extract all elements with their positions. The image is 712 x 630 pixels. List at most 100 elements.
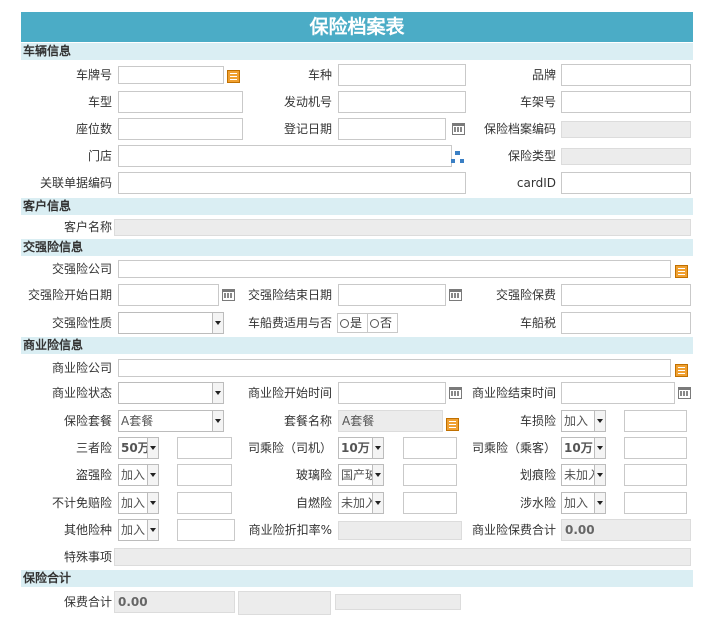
third-party-amount-input[interactable] xyxy=(177,437,232,459)
insurance-type-field xyxy=(561,148,691,165)
chevron-down-icon xyxy=(594,411,605,431)
commercial-total-label: 商业险保费合计 xyxy=(471,523,556,537)
commercial-company-picker-icon[interactable] xyxy=(675,364,688,377)
premium-extra-field-2 xyxy=(335,594,461,610)
deductible-select[interactable]: 加入 xyxy=(118,492,159,514)
archive-code-field xyxy=(561,121,691,138)
damage-amount-input[interactable] xyxy=(624,410,687,432)
chevron-down-icon xyxy=(147,520,158,540)
other-insurance-amount-input[interactable] xyxy=(177,519,235,541)
third-party-select[interactable]: 50万 xyxy=(118,437,159,459)
card-id-label: cardID xyxy=(516,176,556,190)
store-label: 门店 xyxy=(87,149,112,163)
scratch-select[interactable]: 未加入 xyxy=(561,464,606,486)
related-doc-input[interactable] xyxy=(118,172,466,194)
radio-circle-icon xyxy=(340,319,349,328)
frame-input[interactable] xyxy=(561,91,691,113)
chevron-down-icon xyxy=(147,465,158,485)
seats-label: 座位数 xyxy=(75,122,112,136)
other-insurance-select[interactable]: 加入 xyxy=(118,519,159,541)
customer-name-field xyxy=(114,219,691,236)
vehicle-kind-label: 车种 xyxy=(307,68,332,82)
radio-circle-icon xyxy=(370,319,379,328)
vessel-tax-no-radio[interactable]: 否 xyxy=(367,313,398,333)
wading-label: 涉水险 xyxy=(519,496,556,510)
compulsory-company-picker-icon[interactable] xyxy=(675,265,688,278)
theft-label: 盗强险 xyxy=(75,468,112,482)
vessel-tax-yes-radio[interactable]: 是 xyxy=(337,313,368,333)
damage-select[interactable]: 加入 xyxy=(561,410,606,432)
premium-total-field: 0.00 xyxy=(114,591,235,613)
chevron-down-icon xyxy=(147,438,158,458)
compulsory-company-input[interactable] xyxy=(118,260,671,278)
theft-amount-input[interactable] xyxy=(177,464,232,486)
deductible-label: 不计免赔险 xyxy=(51,496,112,510)
compulsory-nature-select[interactable] xyxy=(118,312,224,334)
chevron-down-icon xyxy=(372,438,383,458)
discount-field xyxy=(338,521,462,540)
model-input[interactable] xyxy=(118,91,243,113)
chevron-down-icon xyxy=(212,313,223,333)
passenger-select[interactable]: 10万 xyxy=(561,437,606,459)
package-select[interactable]: A套餐 xyxy=(118,410,224,432)
commercial-end-input[interactable] xyxy=(561,382,675,404)
section-vehicle: 车辆信息 xyxy=(21,43,693,60)
compulsory-company-label: 交强险公司 xyxy=(51,262,112,276)
scratch-amount-input[interactable] xyxy=(624,464,687,486)
self-ignite-label: 自燃险 xyxy=(295,496,332,510)
commercial-start-calendar-icon[interactable] xyxy=(449,387,462,399)
archive-code-label: 保险档案编码 xyxy=(483,122,556,136)
brand-input[interactable] xyxy=(561,64,691,86)
commercial-start-label: 商业险开始时间 xyxy=(247,386,332,400)
passenger-label: 司乘险（乘客） xyxy=(471,441,556,455)
compulsory-end-label: 交强险结束日期 xyxy=(247,288,332,302)
self-ignite-amount-input[interactable] xyxy=(403,492,457,514)
chevron-down-icon xyxy=(372,493,383,513)
wading-select[interactable]: 加入 xyxy=(561,492,606,514)
reg-date-calendar-icon[interactable] xyxy=(452,123,465,135)
card-id-input[interactable] xyxy=(561,172,691,194)
org-tree-icon[interactable] xyxy=(451,151,465,164)
glass-select[interactable]: 国产玻 xyxy=(338,464,384,486)
compulsory-start-calendar-icon[interactable] xyxy=(222,289,235,301)
driver-amount-input[interactable] xyxy=(403,437,457,459)
chevron-down-icon xyxy=(147,493,158,513)
customer-name-label: 客户名称 xyxy=(63,220,112,234)
deductible-amount-input[interactable] xyxy=(177,492,232,514)
chevron-down-icon xyxy=(372,465,383,485)
compulsory-premium-label: 交强险保费 xyxy=(495,288,556,302)
commercial-total-field: 0.00 xyxy=(561,519,691,541)
reg-date-input[interactable] xyxy=(338,118,446,140)
third-party-label: 三者险 xyxy=(75,441,112,455)
store-input[interactable] xyxy=(118,145,452,167)
seats-input[interactable] xyxy=(118,118,243,140)
premium-total-label: 保费合计 xyxy=(63,595,112,609)
package-name-picker-icon[interactable] xyxy=(446,418,459,431)
compulsory-nature-label: 交强险性质 xyxy=(51,316,112,330)
frame-label: 车架号 xyxy=(519,95,556,109)
commercial-start-input[interactable] xyxy=(338,382,446,404)
model-label: 车型 xyxy=(87,95,112,109)
self-ignite-select[interactable]: 未加入 xyxy=(338,492,384,514)
engine-input[interactable] xyxy=(338,91,466,113)
plate-picker-icon[interactable] xyxy=(227,70,240,83)
theft-select[interactable]: 加入 xyxy=(118,464,159,486)
vessel-tax-input[interactable] xyxy=(561,312,691,334)
chevron-down-icon xyxy=(594,493,605,513)
compulsory-end-calendar-icon[interactable] xyxy=(449,289,462,301)
compulsory-start-input[interactable] xyxy=(118,284,219,306)
wading-amount-input[interactable] xyxy=(624,492,687,514)
package-label: 保险套餐 xyxy=(63,414,112,428)
glass-amount-input[interactable] xyxy=(403,464,457,486)
commercial-end-calendar-icon[interactable] xyxy=(678,387,691,399)
compulsory-premium-input[interactable] xyxy=(561,284,691,306)
chevron-down-icon xyxy=(212,383,223,403)
passenger-amount-input[interactable] xyxy=(624,437,687,459)
plate-input[interactable] xyxy=(118,66,224,84)
package-name-label: 套餐名称 xyxy=(283,414,332,428)
compulsory-end-input[interactable] xyxy=(338,284,446,306)
commercial-company-input[interactable] xyxy=(118,359,671,377)
vehicle-kind-input[interactable] xyxy=(338,64,466,86)
driver-select[interactable]: 10万 xyxy=(338,437,384,459)
commercial-status-select[interactable] xyxy=(118,382,224,404)
